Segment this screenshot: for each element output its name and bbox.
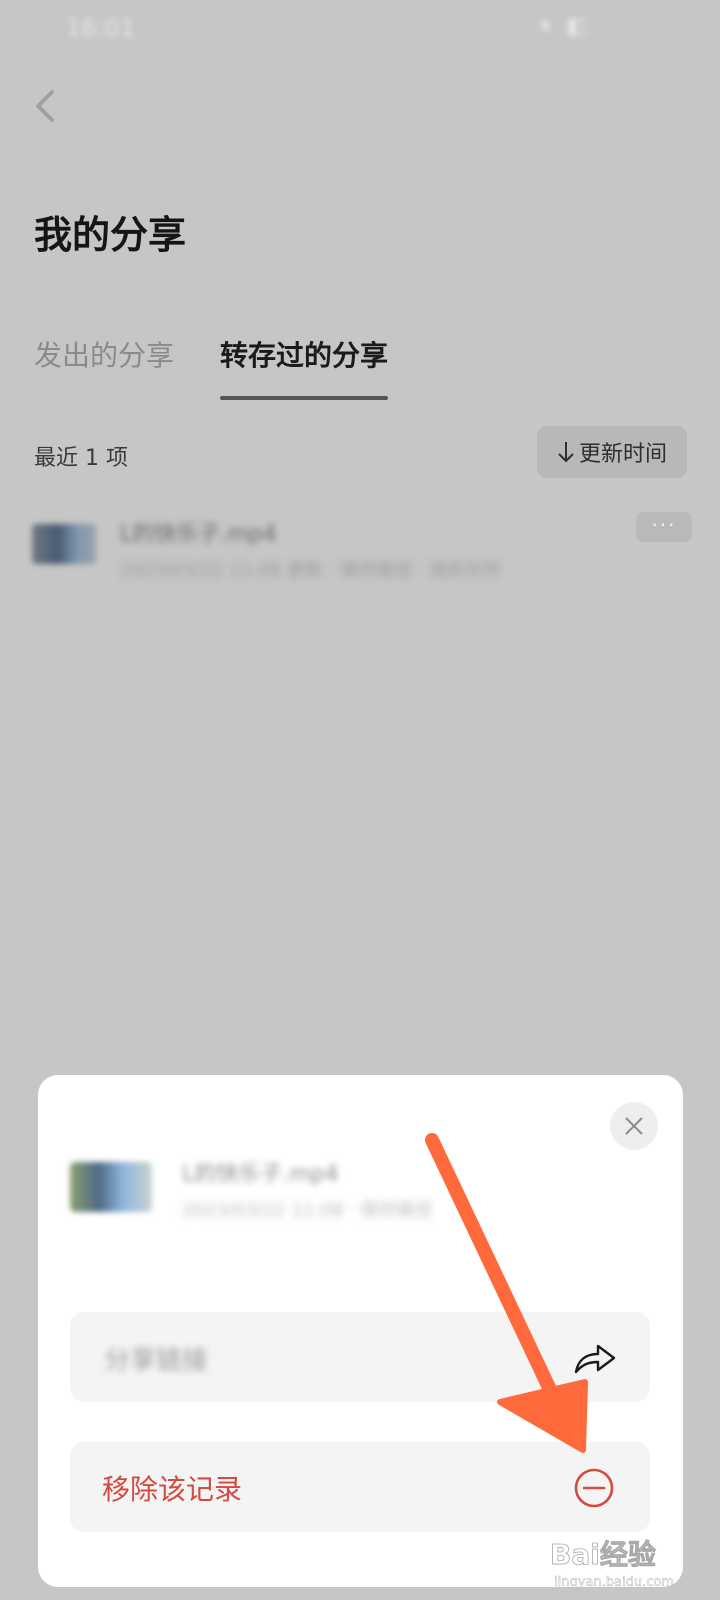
tab-active-indicator	[220, 396, 388, 400]
status-icons: ▾ ◧	[540, 14, 591, 39]
remove-record-label: 移除该记录	[102, 1473, 243, 1506]
tab-sent-shares[interactable]: 发出的分享	[34, 334, 174, 374]
file-thumbnail[interactable]	[32, 524, 96, 564]
file-meta: 2023/03/22 11:08 更新 · 保存路径 · 我的文件	[120, 560, 502, 581]
recent-count: 最近 1 项	[34, 446, 128, 471]
page-title: 我的分享	[34, 213, 187, 257]
watermark-sub: jingyan.baidu.com	[553, 1575, 674, 1590]
sheet-file-thumbnail	[70, 1162, 152, 1212]
status-time: 16:01	[66, 14, 136, 42]
sort-button[interactable]: 更新时间	[537, 426, 687, 478]
chevron-left-icon	[36, 90, 54, 122]
more-options-button[interactable]: ···	[636, 512, 692, 542]
share-link-label: 分享链接	[104, 1346, 209, 1376]
file-name[interactable]: L的快乐子.mp4	[120, 516, 277, 548]
close-icon	[625, 1117, 643, 1135]
watermark-text: Bai经验	[550, 1538, 656, 1571]
share-forward-icon[interactable]	[572, 1336, 618, 1378]
sort-label: 更新时间	[578, 442, 667, 467]
back-button[interactable]	[28, 84, 68, 128]
arrow-down-icon	[558, 442, 574, 463]
close-button[interactable]	[610, 1102, 658, 1150]
watermark-logo: Bai经验 jingyan.baidu.com	[550, 1538, 675, 1591]
sheet-file-name: L的快乐子.mp4	[182, 1162, 339, 1187]
remove-minus-circle-icon[interactable]	[572, 1466, 616, 1510]
tab-saved-shares[interactable]: 转存过的分享	[220, 334, 388, 374]
sheet-file-meta: 2023/03/22 11:08 · 保存路径	[182, 1200, 433, 1221]
